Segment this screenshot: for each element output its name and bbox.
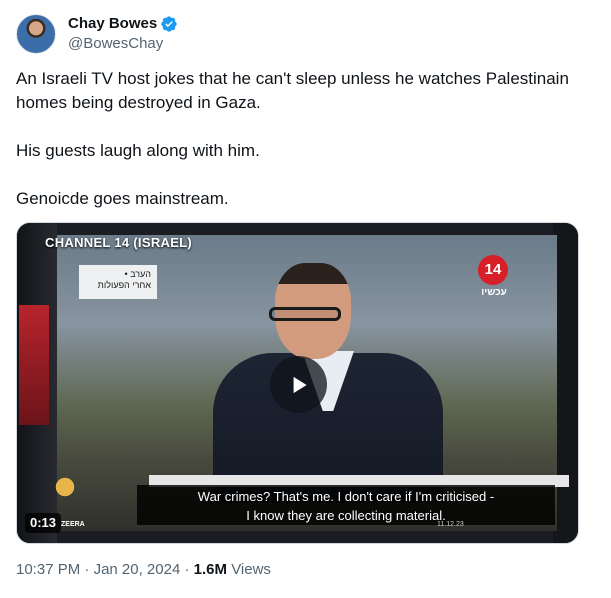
meta-separator: · [184,561,190,578]
video-background-red-panel [19,305,49,425]
al-jazeera-logo-icon [51,469,79,505]
network-logo-text: ZEERA [61,521,85,528]
tweet-header: Chay Bowes @BowesChay [16,12,178,56]
tweet-paragraph: An Israeli TV host jokes that he can't s… [16,69,569,112]
tweet-meta: 10:37 PM · Jan 20, 2024 · 1.6M Views [16,560,271,580]
author-handle[interactable]: @BowesChay [68,34,178,54]
name-row: Chay Bowes [68,14,178,34]
tweet-time[interactable]: 10:37 PM [16,561,80,578]
tweet-paragraph: His guests laugh along with him. [16,141,260,160]
meta-separator: · [84,561,90,578]
video-player[interactable]: • הערב אחרי הפעולות CHANNEL 14 (ISRAEL) … [16,222,579,544]
author-names: Chay Bowes @BowesChay [68,14,178,54]
video-subtitle: War crimes? That's me. I don't care if I… [137,485,555,525]
verified-badge-icon [160,15,178,33]
channel-label: CHANNEL 14 (ISRAEL) [45,235,193,250]
views-label: Views [231,561,271,578]
ticker-date: 11.12.23 [437,521,464,528]
play-icon [293,376,307,393]
channel-14-badge: 14 [478,255,508,285]
author-avatar[interactable] [16,14,56,54]
author-display-name[interactable]: Chay Bowes [68,14,157,34]
tweet-date[interactable]: Jan 20, 2024 [94,561,181,578]
video-person-glasses [269,307,341,321]
hebrew-corner-box: • הערב אחרי הפעולות [79,265,157,299]
subtitle-line-2: I know they are collecting material. [246,508,446,523]
tweet-paragraph: Genoicde goes mainstream. [16,189,229,208]
channel-14-subtext: עכשיו [481,287,507,298]
video-duration: 0:13 [25,513,62,533]
views-count[interactable]: 1.6M [194,561,227,578]
tweet-text: An Israeli TV host jokes that he can't s… [16,67,586,211]
play-button[interactable] [270,356,327,413]
subtitle-line-1: War crimes? That's me. I don't care if I… [197,489,495,504]
